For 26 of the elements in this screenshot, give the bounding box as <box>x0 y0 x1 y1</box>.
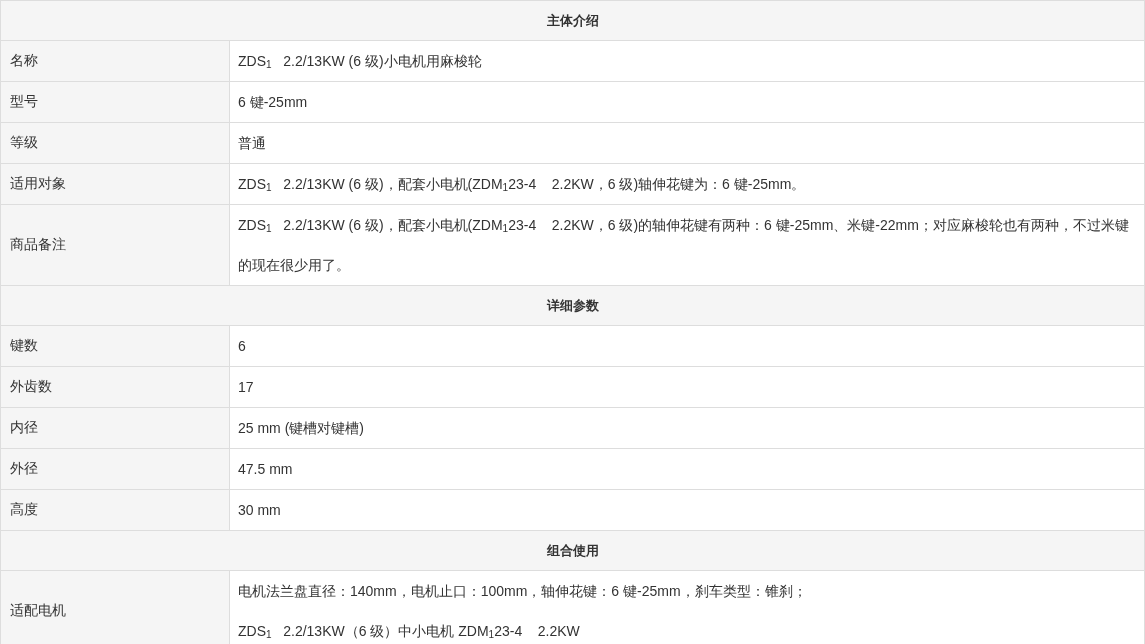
row-label: 商品备注 <box>1 205 230 286</box>
row-value: ZDS$_{1}$ 2.2/13KW（6 级）中小电机 ZDM$_{1}$23-4 2.2KW <box>238 622 581 642</box>
row-label: 适配电机 <box>1 571 230 644</box>
row-label: 名称 <box>1 41 230 82</box>
row-value: 30 mm <box>238 501 282 520</box>
row-label: 外齿数 <box>1 367 230 408</box>
row-label: 内径 <box>1 408 230 449</box>
section-heading: 详细参数 <box>1 286 1145 326</box>
row-value: 电机法兰盘直径：140mm，电机止口：100mm，轴伸花键：6 键-25mm，刹车类型：锥刹； <box>238 582 808 601</box>
row-value: 25 mm (键槽对键槽) <box>238 419 365 438</box>
row-value: 47.5 mm <box>238 460 294 479</box>
row-label: 高度 <box>1 490 230 531</box>
row-label: 键数 <box>1 326 230 367</box>
row-value: 6 <box>238 337 247 356</box>
row-value: 6 键-25mm <box>238 93 309 112</box>
row-value: 普通 <box>238 134 267 153</box>
row-value: 17 <box>238 378 255 397</box>
section-heading: 组合使用 <box>1 531 1145 571</box>
row-label: 外径 <box>1 449 230 490</box>
row-value: ZDS$_{1}$ 2.2/13KW (6 级)，配套小电机(ZDM$_{1}$23-4 2.2KW，6 级)的轴伸花键有两种：6 键-25mm、米键-22mm；对应麻梭轮也有两种，不过米键的现在很少用了。 <box>238 216 1130 275</box>
row-value: ZDS$_{1}$ 2.2/13KW (6 级)，配套小电机(ZDM$_{1}$23-4 2.2KW，6 级)轴伸花键为：6 键-25mm。 <box>238 175 807 195</box>
row-label: 适用对象 <box>1 164 230 205</box>
row-value: ZDS$_{1}$ 2.2/13KW (6 级)小电机用麻梭轮 <box>238 52 483 72</box>
row-label: 等级 <box>1 123 230 164</box>
row-label: 型号 <box>1 82 230 123</box>
section-heading: 主体介绍 <box>1 1 1145 41</box>
